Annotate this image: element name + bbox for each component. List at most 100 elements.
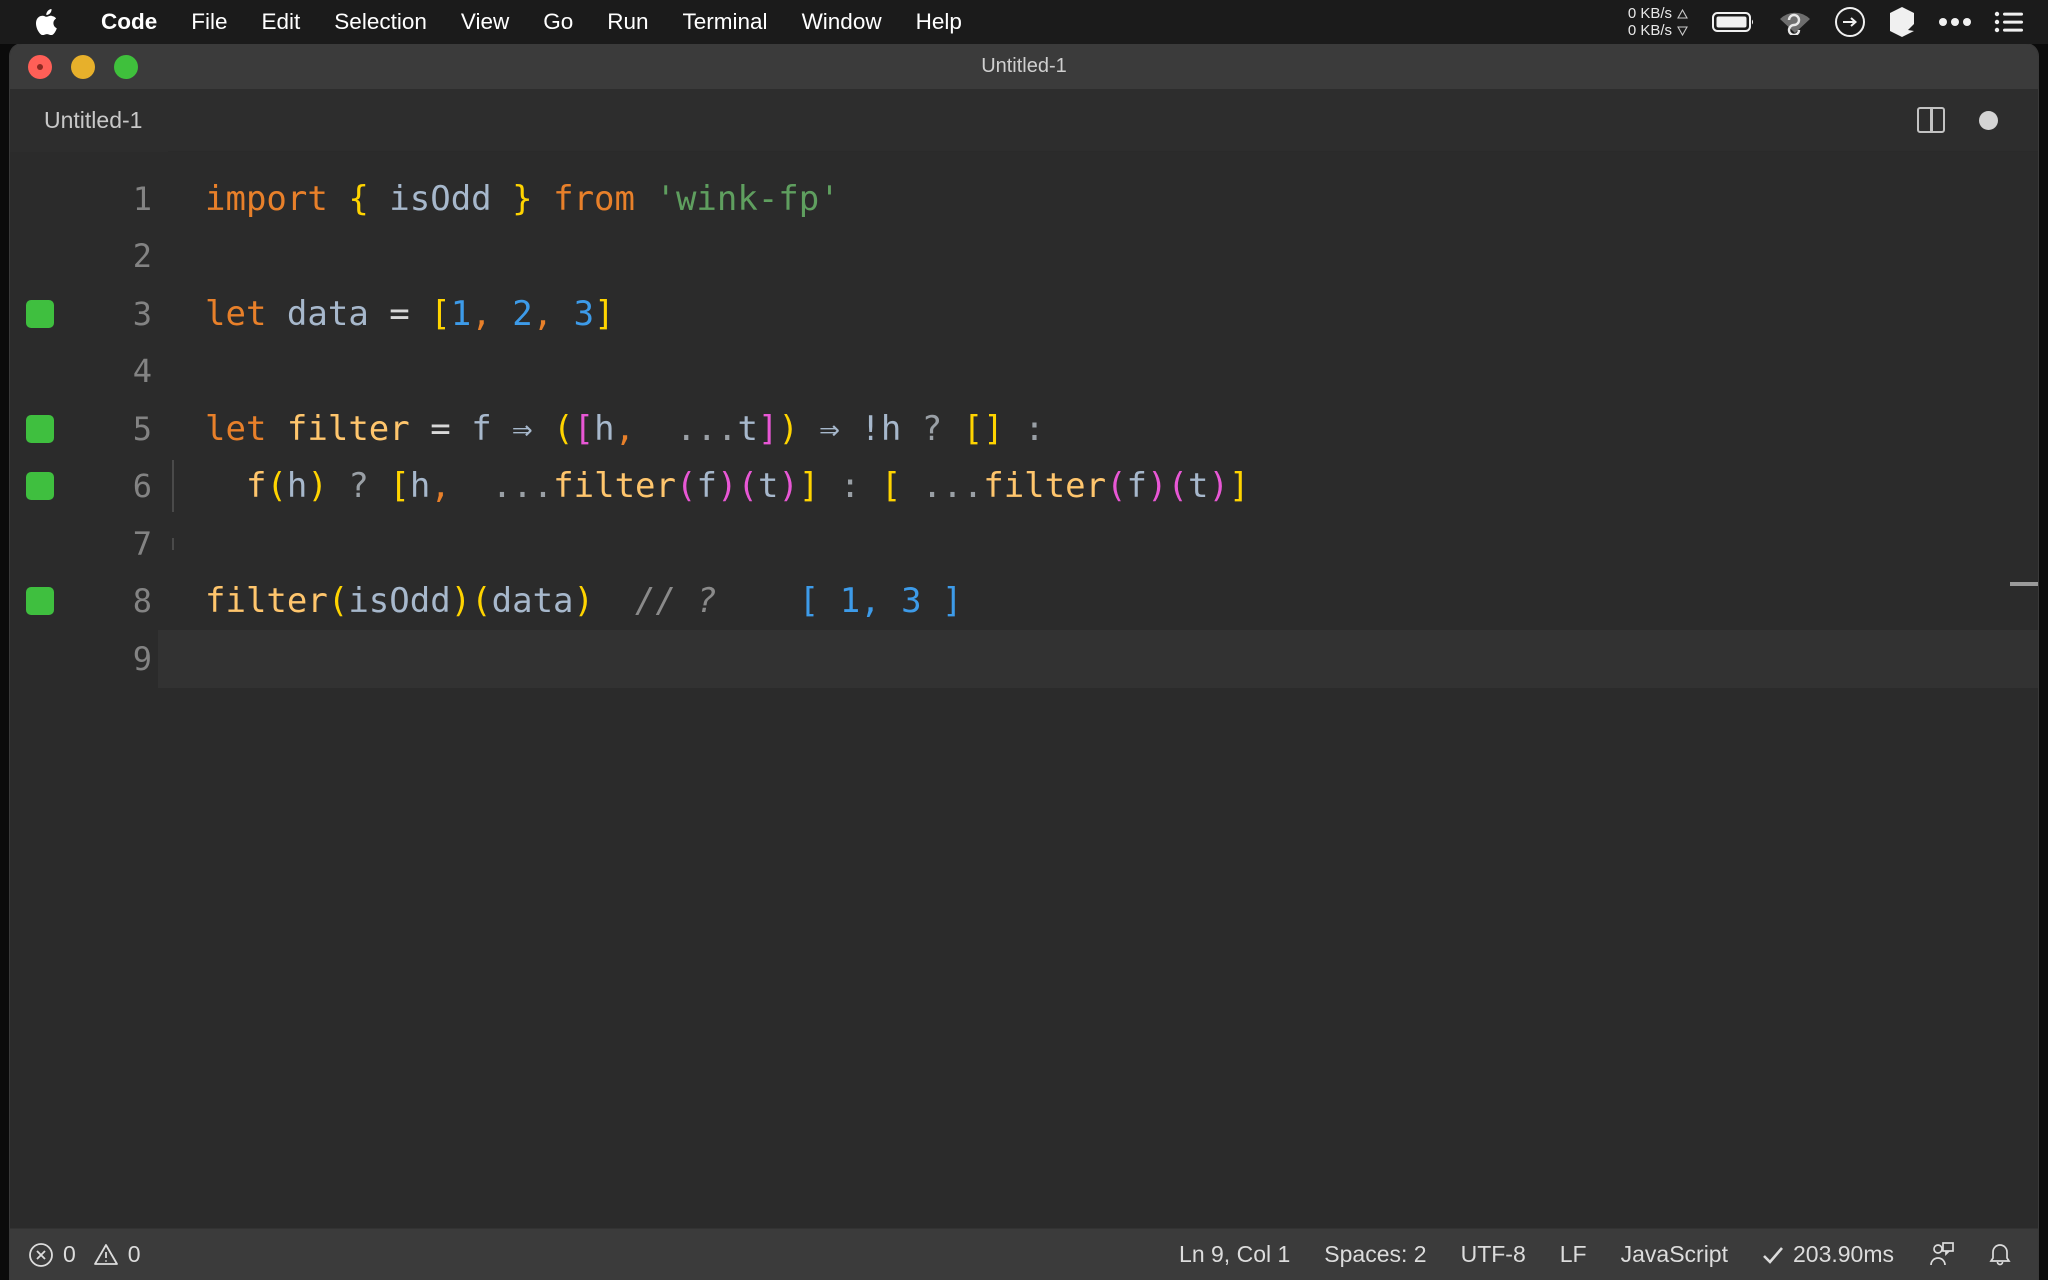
token-function-name: filter [983,466,1107,507]
tab-untitled-1[interactable]: Untitled-1 [10,88,169,152]
token-keyword: let [205,408,267,449]
download-speed-value: 0 KB/s [1627,22,1672,39]
line-content[interactable]: let filter = f ⇒ ([h, ...t]) ⇒ !h ? [] : [158,409,1045,449]
token-function-name: filter [553,466,676,507]
ellipsis-icon[interactable] [1938,0,1972,44]
split-editor-icon[interactable] [1917,107,1945,133]
token-brace-open: { [348,178,369,219]
cube-icon[interactable] [1888,0,1916,44]
token-number: 1 [450,293,472,334]
menu-item-terminal[interactable]: Terminal [666,0,785,44]
quokka-run-status[interactable]: 203.90ms [1762,1241,1894,1268]
zoom-button[interactable] [114,54,138,79]
menu-item-help[interactable]: Help [899,0,979,44]
wifi-icon[interactable] [1778,0,1812,44]
line-content[interactable]: f(h) ? [h, ...filter(f)(t)] : [ ...filte… [158,460,1249,513]
error-circle-icon [28,1242,54,1268]
line-number: 2 [132,237,152,276]
token-ternary-question: ? [348,466,369,507]
triangle-up-icon [1677,8,1688,19]
unsaved-dot-icon[interactable] [1979,110,1998,130]
vscode-window: Untitled-1 Untitled-1 1 import { isOdd }… [10,44,2038,1280]
feedback-icon[interactable] [1928,1241,1954,1268]
menu-item-window[interactable]: Window [785,0,899,44]
token-bracket-open: [ [389,466,410,507]
menu-item-file[interactable]: File [174,0,244,44]
apple-logo-icon[interactable] [34,8,58,36]
editor-scrollbar[interactable] [2010,582,2038,586]
code-editor[interactable]: 1 import { isOdd } from 'wink-fp' 2 3 le… [10,152,2038,1183]
line-number: 6 [132,467,152,506]
warning-count: 0 [127,1241,141,1267]
arrow-circle-icon[interactable] [1834,0,1866,44]
token-function-name: filter [286,408,410,449]
indentation-setting[interactable]: Spaces: 2 [1324,1241,1426,1268]
token-paren-open: ( [1106,466,1127,507]
minimize-button[interactable] [71,54,95,79]
menu-item-code[interactable]: Code [84,0,174,44]
line-number: 9 [132,639,152,678]
token-spread: ... [491,466,554,507]
token-spread: ... [676,408,738,449]
token-paren-close: ) [1208,466,1229,507]
menu-item-go[interactable]: Go [526,0,590,44]
token-bracket-close: ] [757,408,779,449]
quokka-inline-result: [ 1, 3 ] [798,581,963,622]
line-content[interactable]: let data = [1, 2, 3] [158,294,615,334]
token-bracket-open: [ [430,293,451,334]
code-line: 3 let data = [1, 2, 3] [10,285,2038,343]
close-button[interactable] [28,54,52,79]
line-number: 4 [132,352,152,391]
battery-icon[interactable] [1712,0,1756,44]
line-content[interactable]: import { isOdd } from 'wink-fp' [158,179,840,219]
problems-indicator[interactable]: 0 0 [28,1241,141,1268]
quokka-gutter[interactable] [10,299,70,328]
token-arrow: ⇒ [819,408,840,449]
triangle-down-icon [1677,25,1688,36]
status-bar: 0 0 Ln 9, Col 1 Spaces: 2 UTF-8 LF JavaS… [10,1228,2038,1280]
quokka-gutter[interactable] [10,414,70,443]
bell-icon[interactable] [1988,1242,2012,1268]
menu-item-run[interactable]: Run [590,0,665,44]
line-content[interactable]: filter(isOdd)(data) // ? [ 1, 3 ] [158,581,963,621]
language-mode[interactable]: JavaScript [1621,1241,1728,1268]
token-identifier: data [491,581,574,622]
token-ternary-question: ? [921,408,943,449]
token-identifier: t [1188,466,1209,507]
token-identifier: f [1126,466,1148,507]
window-titlebar: Untitled-1 [10,44,2038,89]
token-identifier: f [696,466,717,507]
menu-item-view[interactable]: View [444,0,526,44]
token-paren-close: ) [450,581,472,622]
quokka-gutter[interactable] [10,472,70,501]
token-paren-open: ( [553,408,574,449]
menu-item-edit[interactable]: Edit [245,0,318,44]
code-line: 8 filter(isOdd)(data) // ? [ 1, 3 ] [10,573,2038,631]
token-bracket-open: [ [880,466,902,507]
cursor-position[interactable]: Ln 9, Col 1 [1179,1241,1290,1268]
code-line: 2 [10,228,2038,286]
token-function-name: f [245,466,267,507]
checkmark-icon [1762,1245,1784,1265]
token-ternary-colon: : [839,466,861,507]
token-identifier: data [286,293,369,334]
menu-item-selection[interactable]: Selection [317,0,444,44]
encoding-setting[interactable]: UTF-8 [1461,1241,1526,1268]
network-speed-indicator[interactable]: 0 KB/s 0 KB/s [1628,5,1688,39]
quokka-gutter[interactable] [10,587,70,616]
control-center-icon[interactable] [1994,0,2024,44]
editor-tab-strip: Untitled-1 [10,88,2038,152]
line-ending-setting[interactable]: LF [1560,1241,1587,1268]
